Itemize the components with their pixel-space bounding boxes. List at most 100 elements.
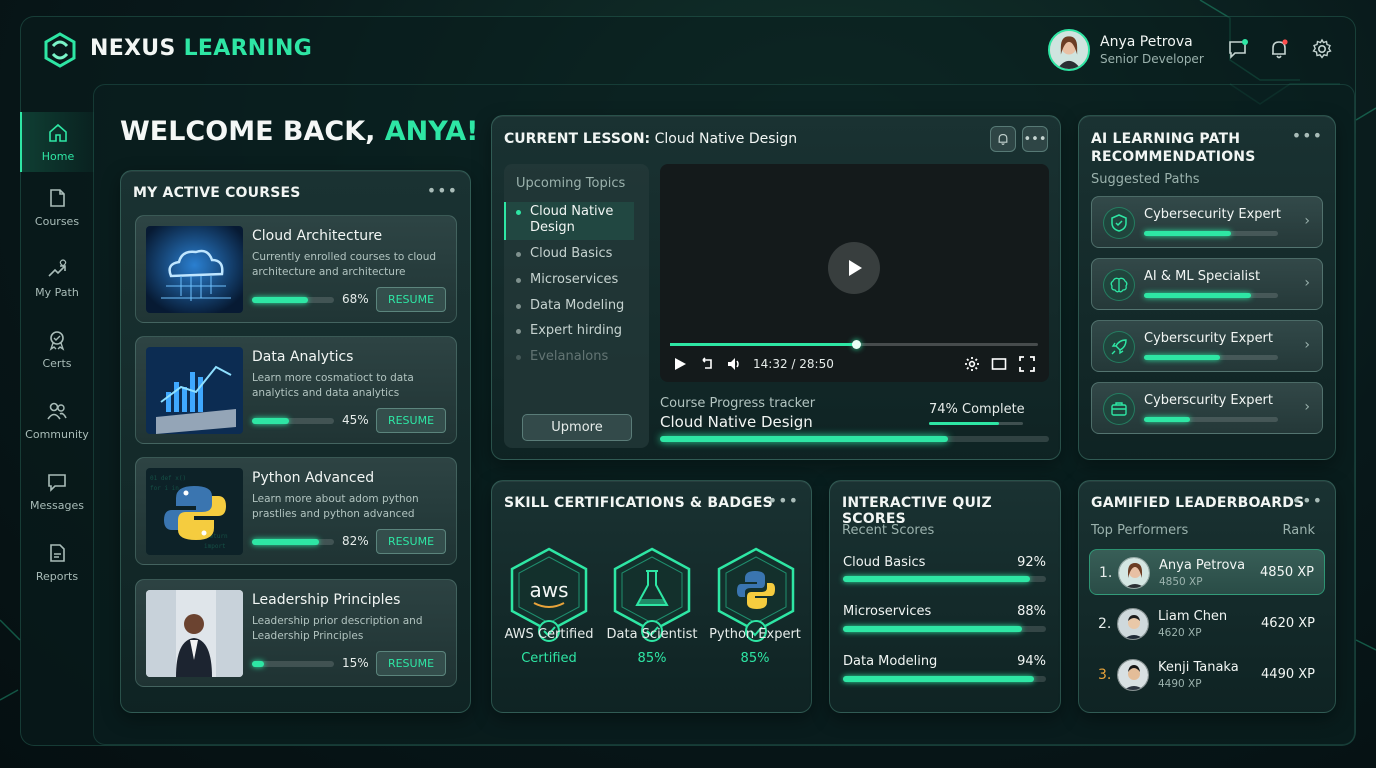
user-name: Anya Petrova [1100, 34, 1193, 50]
course-card[interactable]: 01 def x() for i in return import Python Ad… [135, 457, 457, 565]
topics-title: Upcoming Topics [516, 176, 626, 191]
course-title: Cloud Architecture [252, 228, 383, 244]
lesson-more-button[interactable]: ••• [1022, 126, 1048, 152]
volume-icon[interactable] [726, 356, 742, 372]
course-progress-text: 15% [342, 656, 369, 670]
settings-icon[interactable] [964, 356, 980, 372]
course-progress-fill [252, 661, 265, 667]
seek-handle[interactable] [851, 340, 861, 349]
gear-icon[interactable] [1311, 38, 1333, 60]
sidebar-item-community[interactable]: Community [20, 385, 94, 456]
ai-paths-panel: AI LEARNING PATH RECOMMENDATIONS ••• Sug… [1078, 115, 1336, 460]
course-card[interactable]: Cloud Architecture Currently enrolled co… [135, 215, 457, 323]
video-progress-fill [670, 343, 856, 346]
topic-item[interactable]: Evelanalons [530, 349, 608, 364]
nexus-logo-icon [44, 32, 76, 68]
chat-icon[interactable] [1227, 38, 1249, 60]
topic-dot [516, 355, 521, 360]
player-xp-sub: 4490 XP [1158, 678, 1202, 690]
video-seek-bar[interactable] [670, 340, 1038, 349]
leaderboard-row[interactable]: 2. Liam Chen 4620 XP 4620 XP [1089, 601, 1325, 647]
course-title: Data Analytics [252, 349, 354, 365]
course-title: Leadership Principles [252, 592, 401, 608]
tracker-progress-bar [660, 436, 1049, 442]
leadership-thumbnail [146, 590, 243, 677]
more-options-icon[interactable]: ••• [768, 491, 799, 510]
topic-item[interactable]: Expert hirding [530, 323, 622, 338]
tracker-mini-bar [929, 422, 1023, 425]
sidebar-item-courses[interactable]: Courses [20, 172, 94, 243]
lesson-name: Cloud Native Design [654, 131, 798, 147]
path-progress-bar [1144, 417, 1278, 422]
replay-icon[interactable] [699, 356, 715, 372]
sidebar-item-certs[interactable]: Certs [20, 314, 94, 385]
sidebar-item-label: Reports [35, 570, 79, 583]
sidebar-item-reports[interactable]: Reports [20, 527, 94, 598]
sidebar-item-messages[interactable]: Messages [20, 456, 94, 527]
more-options-icon[interactable]: ••• [427, 181, 458, 200]
path-card[interactable]: Cybersecurity Expert › [1091, 196, 1323, 248]
lesson-heading: CURRENT LESSON: Cloud Native Design [504, 131, 797, 147]
book-icon [50, 189, 65, 207]
player-xp-sub: 4620 XP [1158, 627, 1202, 639]
path-label: Cyberscurity Expert [1144, 331, 1274, 346]
more-options-icon[interactable]: ••• [1292, 126, 1323, 145]
topic-item[interactable]: Data Modeling [530, 298, 624, 313]
path-card[interactable]: AI & ML Specialist › [1091, 258, 1323, 310]
certificate-icon [49, 331, 65, 351]
play-small-icon[interactable] [672, 356, 688, 372]
player-name: Kenji Tanaka [1158, 660, 1239, 675]
rank-number: 1. [1099, 565, 1113, 581]
avatar [1118, 557, 1150, 589]
course-card[interactable]: Leadership Principles Leadership prior d… [135, 579, 457, 687]
quiz-score: 88% [1017, 604, 1046, 619]
resume-button[interactable]: RESUME [376, 287, 446, 312]
resume-button[interactable]: RESUME [376, 408, 446, 433]
panel-subtitle: Top Performers [1091, 523, 1189, 538]
quiz-score: 94% [1017, 654, 1046, 669]
bell-icon[interactable] [1268, 38, 1290, 60]
quiz-score-fill [843, 576, 1030, 582]
topic-dot [516, 329, 521, 334]
badge-value: 85% [740, 651, 770, 666]
play-button[interactable] [828, 242, 880, 294]
path-progress-fill [1144, 355, 1221, 360]
video-time: 14:32 / 28:50 [753, 357, 834, 371]
topic-item[interactable]: Cloud Basics [530, 246, 612, 261]
sidebar-item-my-path[interactable]: My Path [20, 243, 94, 314]
leaderboard-row[interactable]: 1. Anya Petrova 4850 XP 4850 XP [1089, 549, 1325, 595]
sidebar-item-home[interactable]: Home [20, 112, 94, 172]
panel-title-line-2: RECOMMENDATIONS [1091, 149, 1256, 165]
lesson-bell-button[interactable] [990, 126, 1016, 152]
tracker-course-name: Cloud Native Design [660, 413, 813, 431]
video-player[interactable]: 14:32 / 28:50 [660, 164, 1049, 382]
cloud-thumbnail [146, 226, 243, 313]
path-card[interactable]: Cyberscurity Expert › [1091, 320, 1323, 372]
brand-part-1: NEXUS [90, 36, 176, 61]
panel-title: AI LEARNING PATH RECOMMENDATIONS [1091, 130, 1256, 166]
topic-item[interactable]: Microservices [530, 272, 618, 287]
leaderboard-row[interactable]: 3. Kenji Tanaka 4490 XP 4490 XP [1089, 652, 1325, 698]
course-card[interactable]: Data Analytics Learn more cosmatioct to … [135, 336, 457, 444]
upmore-button[interactable]: Upmore [522, 414, 632, 441]
resume-button[interactable]: RESUME [376, 529, 446, 554]
resume-button[interactable]: RESUME [376, 651, 446, 676]
quiz-score-fill [843, 676, 1034, 682]
active-courses-panel: MY ACTIVE COURSES ••• Cloud Architecture… [120, 170, 471, 713]
user-profile[interactable]: Anya Petrova Senior Developer [1048, 29, 1204, 71]
bell-icon [998, 133, 1008, 145]
path-card[interactable]: Cyberscurity Expert › [1091, 382, 1323, 434]
fullscreen-icon[interactable] [1019, 356, 1035, 372]
topic-item[interactable]: Cloud Native Design [530, 204, 630, 236]
more-options-icon[interactable]: ••• [1292, 491, 1323, 510]
path-progress-fill [1144, 231, 1232, 236]
path-progress-bar [1144, 355, 1278, 360]
panel-title: MY ACTIVE COURSES [133, 185, 301, 201]
analytics-thumbnail [146, 347, 243, 434]
panel-subtitle: Recent Scores [842, 523, 935, 538]
theater-mode-icon[interactable] [991, 356, 1007, 372]
course-progress-bar [252, 418, 334, 424]
player-name: Anya Petrova [1159, 558, 1246, 573]
avatar[interactable] [1048, 29, 1090, 71]
path-progress-fill [1144, 417, 1190, 422]
